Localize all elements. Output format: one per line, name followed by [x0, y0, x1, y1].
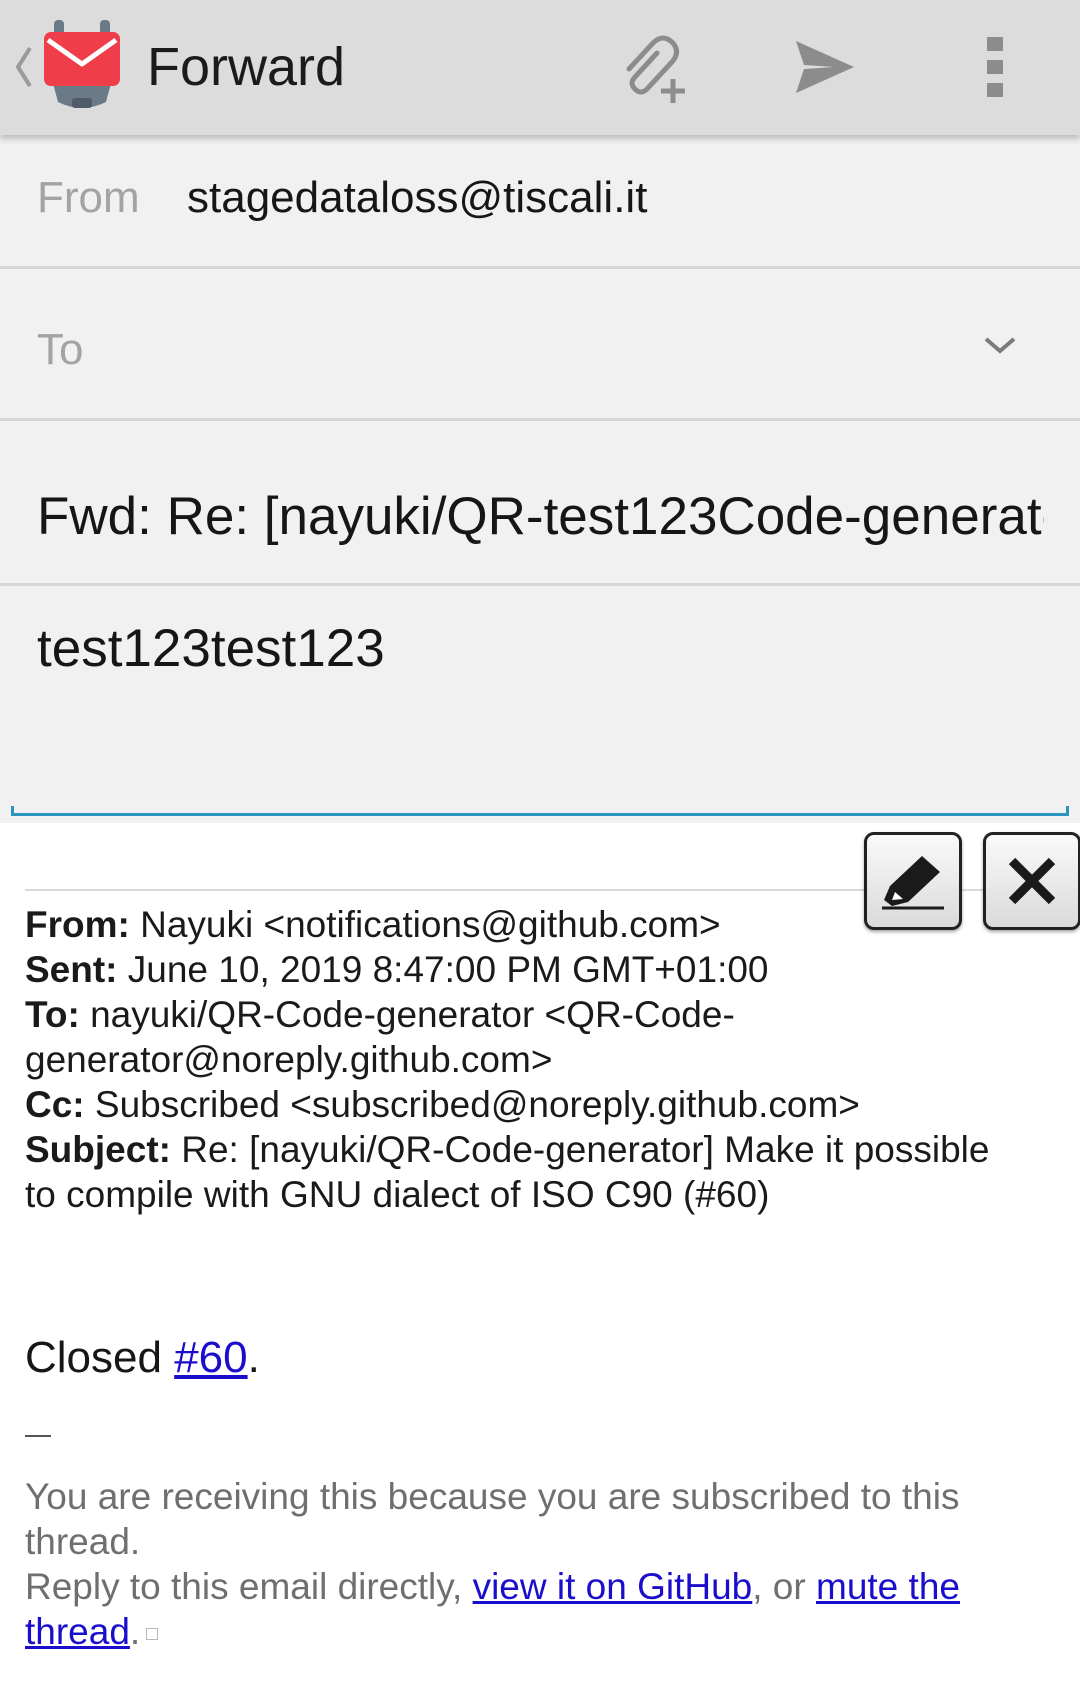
divider	[0, 583, 1080, 586]
action-bar: Forward	[0, 0, 1080, 135]
quoted-headers: From: Nayuki <notifications@github.com> …	[25, 902, 1035, 1217]
chevron-down-icon[interactable]	[970, 315, 1030, 375]
signature-dash	[25, 1435, 51, 1437]
footer-or-text: , or	[752, 1566, 816, 1607]
quoted-subject-line-cont: to compile with GNU dialect of ISO C90 (…	[25, 1174, 770, 1215]
footer-reply-text: Reply to this email directly,	[25, 1566, 473, 1607]
quoted-to-line: To: nayuki/QR-Code-generator <QR-Code-	[25, 992, 1035, 1037]
close-icon	[1008, 857, 1056, 905]
quoted-subject-value: Re: [nayuki/QR-Code-generator] Make it p…	[181, 1129, 990, 1170]
divider	[0, 418, 1080, 421]
footer-line-3: Reply to this email directly, view it on…	[25, 1564, 1035, 1609]
footer-line-4: thread.	[25, 1609, 1035, 1654]
quoted-subject-label: Subject:	[25, 1129, 171, 1170]
footer-end: .	[129, 1611, 141, 1652]
quoted-sent-line: Sent: June 10, 2019 8:47:00 PM GMT+01:00	[25, 947, 1035, 992]
from-account-selector[interactable]: stagedataloss@tiscali.it	[187, 173, 647, 223]
quoted-subject-line: Subject: Re: [nayuki/QR-Code-generator] …	[25, 1127, 1035, 1172]
compose-header: From stagedataloss@tiscali.it To Fwd: Re…	[0, 135, 1080, 823]
tracking-image-placeholder	[146, 1628, 159, 1641]
quoted-cc-label: Cc:	[25, 1084, 85, 1125]
footer-line-2: thread.	[25, 1521, 141, 1562]
quoted-to-value: nayuki/QR-Code-generator <QR-Code-	[90, 994, 735, 1035]
quoted-body-closed: Closed #60.	[25, 1330, 260, 1386]
screen-title: Forward	[147, 37, 346, 97]
quoted-sent-label: Sent:	[25, 949, 118, 990]
divider	[0, 266, 1080, 269]
message-body-field[interactable]: test123test123	[37, 615, 385, 683]
mute-thread-link[interactable]: mute the	[816, 1566, 960, 1607]
quoted-sent-value: June 10, 2019 8:47:00 PM GMT+01:00	[127, 949, 769, 990]
from-label: From	[37, 173, 140, 222]
send-button[interactable]	[780, 22, 870, 112]
to-field[interactable]: To	[37, 325, 83, 375]
footer-line-1: You are receiving this because you are s…	[25, 1476, 960, 1517]
quoted-from-label: From:	[25, 904, 130, 945]
send-icon	[796, 41, 854, 93]
overflow-menu-button[interactable]	[950, 22, 1040, 112]
paperclip-plus-icon	[626, 35, 685, 103]
chevron-left-icon[interactable]	[12, 42, 34, 92]
quoted-cc-value: Subscribed <subscribed@noreply.github.co…	[94, 1084, 860, 1125]
app-logo[interactable]	[42, 20, 122, 112]
closed-period: .	[247, 1333, 260, 1382]
view-on-github-link[interactable]: view it on GitHub	[473, 1566, 753, 1607]
quoted-to-line-cont: generator@noreply.github.com>	[25, 1039, 553, 1080]
attach-button[interactable]	[610, 22, 700, 112]
issue-link[interactable]: #60	[174, 1333, 247, 1382]
more-vert-icon	[987, 37, 1003, 97]
quoted-from-line: From: Nayuki <notifications@github.com>	[25, 902, 1035, 947]
text-field-underline	[11, 806, 1069, 816]
mute-thread-link-cont[interactable]: thread	[25, 1611, 130, 1652]
quoted-cc-line: Cc: Subscribed <subscribed@noreply.githu…	[25, 1082, 1035, 1127]
subject-field[interactable]: Fwd: Re: [nayuki/QR-test123Code-generato…	[37, 483, 1044, 551]
notification-footer: You are receiving this because you are s…	[25, 1474, 1035, 1654]
quoted-from-value: Nayuki <notifications@github.com>	[140, 904, 721, 945]
quoted-to-label: To:	[25, 994, 80, 1035]
closed-text: Closed	[25, 1333, 175, 1382]
